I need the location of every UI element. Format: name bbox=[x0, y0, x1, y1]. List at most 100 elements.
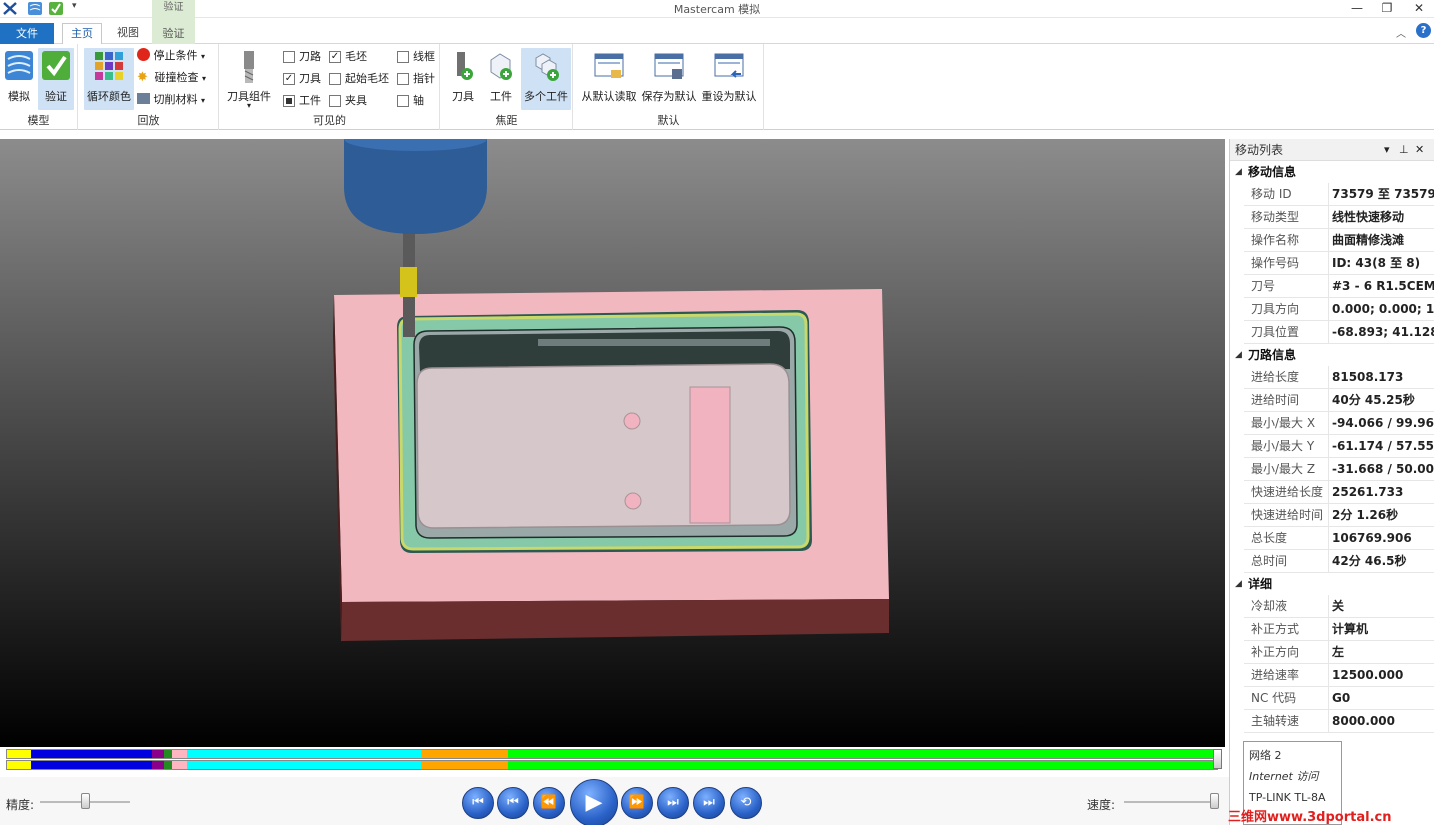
checkbox-box[interactable] bbox=[283, 51, 295, 63]
section-header[interactable]: ◢ 移动信息 bbox=[1230, 161, 1434, 183]
panel-title: 移动列表 bbox=[1235, 143, 1284, 157]
cut-material-button[interactable]: 切削材料 ▾ bbox=[137, 90, 205, 110]
tab-home[interactable]: 主页 bbox=[62, 23, 102, 45]
property-row[interactable]: 移动类型 线性快速移动 bbox=[1244, 206, 1434, 229]
reset-default-button[interactable]: 重设为默认 bbox=[700, 48, 758, 110]
timeline-thumb[interactable] bbox=[1213, 749, 1222, 769]
collapse-triangle-icon[interactable]: ◢ bbox=[1235, 344, 1242, 366]
checkbox-box[interactable] bbox=[397, 95, 409, 107]
minimize-button[interactable]: — bbox=[1342, 0, 1372, 18]
property-row[interactable]: 刀具方向0.000; 0.000; 1.0 bbox=[1244, 298, 1434, 321]
tab-file[interactable]: 文件 bbox=[0, 23, 54, 44]
load-default-button[interactable]: 从默认读取 bbox=[580, 48, 638, 110]
property-row[interactable]: 进给长度 81508.173 bbox=[1244, 366, 1434, 389]
property-key: 补正方式 bbox=[1244, 618, 1329, 641]
property-row[interactable]: 操作名称 曲面精修浅滩 bbox=[1244, 229, 1434, 252]
property-row[interactable]: 冷却液关 bbox=[1244, 595, 1434, 618]
panel-dropdown-icon[interactable]: ▾ bbox=[1384, 139, 1390, 161]
stock-front-face bbox=[341, 599, 889, 641]
workpiece-checkbox[interactable]: 工件 bbox=[283, 92, 321, 110]
property-row[interactable]: 进给时间 40分 45.25秒 bbox=[1244, 389, 1434, 412]
focus-workpiece-button[interactable]: 工件 bbox=[483, 48, 519, 110]
panel-close-icon[interactable]: ✕ bbox=[1415, 139, 1424, 161]
tab-verify[interactable]: 验证 bbox=[152, 18, 195, 44]
property-row[interactable]: 最小/最大 Y -61.174 / 57.559 bbox=[1244, 435, 1434, 458]
property-row[interactable]: 总时间 42分 46.5秒 bbox=[1244, 550, 1434, 573]
simulation-viewport[interactable] bbox=[0, 139, 1225, 747]
focus-tool-button[interactable]: 刀具 bbox=[447, 48, 479, 110]
group-label-defaults: 默认 bbox=[657, 114, 680, 127]
fast-forward-button[interactable]: ⏩ bbox=[621, 787, 653, 819]
verify-button[interactable]: 验证 bbox=[38, 48, 74, 110]
loop-button[interactable]: ⟲ bbox=[730, 787, 762, 819]
collision-check-button[interactable]: ✸ 碰撞检查 ▾ bbox=[137, 68, 206, 88]
stop-conditions-button[interactable]: 停止条件 ▾ bbox=[137, 46, 205, 66]
property-row[interactable]: 快速进给长度 25261.733 bbox=[1244, 481, 1434, 504]
initial-stock-checkbox[interactable]: 起始毛坯 bbox=[329, 70, 389, 88]
collapse-ribbon-icon[interactable]: ︿ bbox=[1396, 25, 1406, 40]
property-row[interactable]: 快速进给时间 2分 1.26秒 bbox=[1244, 504, 1434, 527]
property-row[interactable]: 刀号 #3 - 6 R1.5CEM bbox=[1244, 275, 1434, 298]
fixture-checkbox[interactable]: 夹具 bbox=[329, 92, 367, 110]
timeline-segment bbox=[31, 750, 152, 758]
checkbox-box[interactable] bbox=[283, 95, 295, 107]
property-row[interactable]: 刀具位置 -68.893; 41.128; bbox=[1244, 321, 1434, 344]
timeline[interactable] bbox=[0, 747, 1229, 777]
tool-checkbox[interactable]: ✓ 刀具 bbox=[283, 70, 321, 88]
property-value: G0 bbox=[1332, 691, 1351, 705]
step-forward-button[interactable]: ⏭ bbox=[657, 787, 689, 819]
speed-slider[interactable] bbox=[1124, 801, 1219, 803]
precision-slider-thumb[interactable] bbox=[81, 793, 90, 809]
speed-slider-thumb[interactable] bbox=[1210, 793, 1219, 809]
property-row[interactable]: 移动 ID 73579 至 73579 bbox=[1244, 183, 1434, 206]
checkbox-box[interactable] bbox=[329, 95, 341, 107]
wireframe-checkbox[interactable]: 线框 bbox=[397, 48, 435, 66]
collapse-triangle-icon[interactable]: ◢ bbox=[1235, 573, 1242, 595]
simulate-button[interactable]: 模拟 bbox=[2, 48, 36, 110]
timeline-track-top[interactable] bbox=[6, 749, 1218, 759]
checkbox-box[interactable] bbox=[397, 73, 409, 85]
tab-view[interactable]: 视图 bbox=[108, 23, 148, 44]
checkbox-box[interactable]: ✓ bbox=[283, 73, 295, 85]
property-row[interactable]: 操作号码 ID: 43(8 至 8) bbox=[1244, 252, 1434, 275]
timeline-track-bottom[interactable] bbox=[6, 760, 1218, 770]
property-row[interactable]: 补正方向左 bbox=[1244, 641, 1434, 664]
collapse-triangle-icon[interactable]: ◢ bbox=[1235, 161, 1242, 183]
axis-checkbox[interactable]: 轴 bbox=[397, 92, 424, 110]
dropdown-icon[interactable]: ▾ bbox=[72, 1, 88, 16]
stock-checkbox[interactable]: ✓ 毛坯 bbox=[329, 48, 367, 66]
checkbox-box[interactable] bbox=[329, 73, 341, 85]
window-title: Mastercam 模拟 bbox=[673, 3, 761, 16]
focus-multi-workpiece-button[interactable]: 多个工件 bbox=[521, 48, 571, 110]
property-row[interactable]: 最小/最大 X -94.066 / 99.961 bbox=[1244, 412, 1434, 435]
property-row[interactable]: NC 代码 G0 bbox=[1244, 687, 1434, 710]
go-start-button[interactable]: ⏮ bbox=[462, 787, 494, 819]
verify-icon[interactable] bbox=[48, 1, 64, 16]
close-button[interactable]: ✕ bbox=[1404, 0, 1434, 18]
play-button[interactable]: ▶ bbox=[570, 779, 618, 825]
app-icon[interactable] bbox=[2, 1, 18, 16]
pointer-checkbox[interactable]: 指针 bbox=[397, 70, 435, 88]
step-back-button[interactable]: ⏮ bbox=[497, 787, 529, 819]
save-default-button[interactable]: 保存为默认 bbox=[641, 48, 697, 110]
rewind-button[interactable]: ⏪ bbox=[533, 787, 565, 819]
property-row[interactable]: 最小/最大 Z -31.668 / 50.000 bbox=[1244, 458, 1434, 481]
cycle-color-button[interactable]: 循环颜色 bbox=[84, 48, 134, 110]
checkbox-box[interactable] bbox=[397, 51, 409, 63]
go-end-button[interactable]: ⏭ bbox=[693, 787, 725, 819]
property-row[interactable]: 补正方式 计算机 bbox=[1244, 618, 1434, 641]
toolpath-checkbox[interactable]: 刀路 bbox=[283, 48, 321, 66]
section-header[interactable]: ◢ 详细 bbox=[1230, 573, 1434, 595]
property-key: 最小/最大 Y bbox=[1244, 435, 1329, 458]
maximize-button[interactable]: ❐ bbox=[1372, 0, 1402, 18]
property-row[interactable]: 总长度 106769.906 bbox=[1244, 527, 1434, 550]
color-grid-icon bbox=[95, 52, 123, 80]
property-row[interactable]: 主轴转速 8000.000 bbox=[1244, 710, 1434, 733]
checkbox-box[interactable]: ✓ bbox=[329, 51, 341, 63]
tool-assembly-button[interactable]: 刀具组件 ▾ bbox=[224, 48, 274, 110]
simulate-icon[interactable] bbox=[27, 1, 43, 16]
pin-icon[interactable]: ⊥ bbox=[1399, 139, 1409, 161]
help-icon[interactable]: ? bbox=[1416, 23, 1431, 38]
section-header[interactable]: ◢ 刀路信息 bbox=[1230, 344, 1434, 366]
property-row[interactable]: 进给速率 12500.000 bbox=[1244, 664, 1434, 687]
